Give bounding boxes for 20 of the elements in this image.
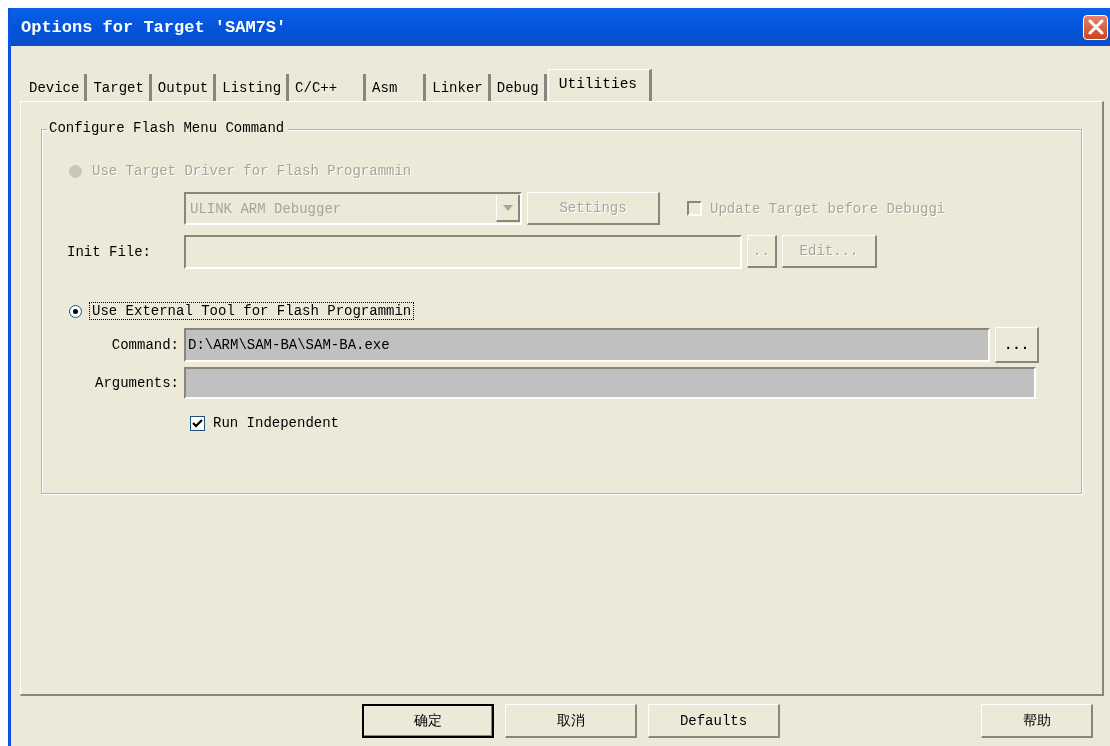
- arguments-field[interactable]: [184, 367, 1036, 399]
- field-label: Command:: [110, 337, 179, 353]
- close-button[interactable]: [1083, 14, 1108, 40]
- dialog-button[interactable]: 帮助: [981, 704, 1093, 738]
- browse-button[interactable]: ...: [995, 327, 1039, 363]
- radio-button[interactable]: [69, 304, 82, 318]
- radio-label[interactable]: Use External Tool for Flash Programmin: [90, 303, 414, 319]
- group-title: Configure Flash Menu Command: [47, 120, 289, 136]
- dialog-button[interactable]: 确定: [362, 704, 494, 738]
- command-field[interactable]: D:\ARM\SAM-BA\SAM-BA.exe: [184, 328, 990, 362]
- close-icon: [1086, 18, 1105, 36]
- dialog-button[interactable]: Defaults: [648, 704, 780, 738]
- window-title: Options for Target 'SAM7S': [21, 17, 287, 37]
- dialog-button[interactable]: 取消: [505, 704, 637, 738]
- field-label: Arguments:: [94, 375, 179, 391]
- field-label: Init File:: [66, 243, 152, 260]
- checkbox-label[interactable]: Run Independent: [213, 415, 340, 431]
- tab[interactable]: Utilities: [547, 69, 653, 101]
- dropdown-arrow-icon: [502, 204, 513, 211]
- checkbox[interactable]: [190, 415, 205, 431]
